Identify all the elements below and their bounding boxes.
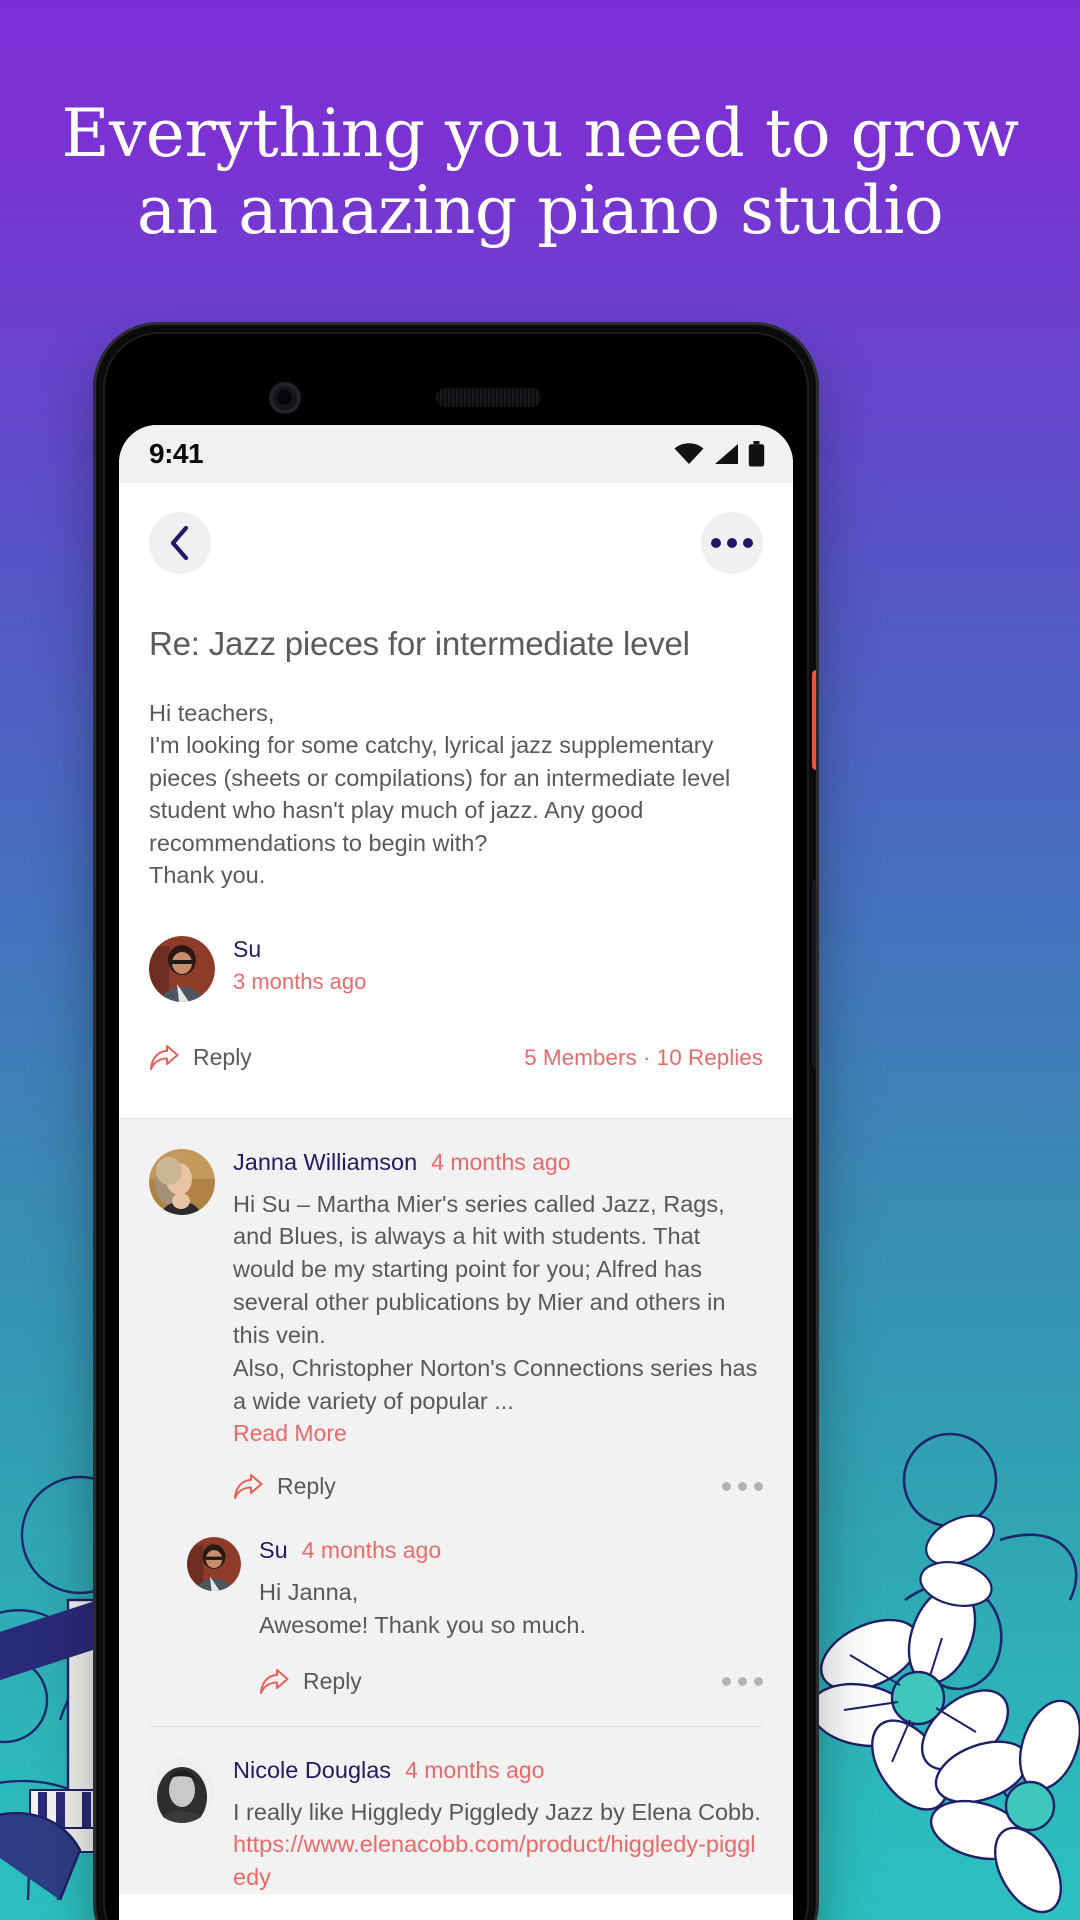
thread-container: Re: Jazz pieces for intermediate level H… (119, 603, 793, 1118)
avatar[interactable] (149, 935, 215, 1002)
comment-text: Hi Janna, Awesome! Thank you so much. (259, 1578, 586, 1638)
post-counts: 5 Members · 10 Replies (524, 1044, 763, 1070)
comment-link[interactable]: https://www.elenacobb.com/product/higgle… (233, 1831, 756, 1890)
post-body: Hi teachers, I'm looking for some catchy… (149, 700, 731, 889)
reply-label: Reply (277, 1473, 336, 1500)
comment-author-name[interactable]: Janna Williamson (233, 1149, 417, 1176)
promo-headline: Everything you need to grow an amazing p… (0, 95, 1080, 249)
post-author-row: Su 3 months ago (149, 935, 763, 1002)
more-options-button[interactable] (701, 512, 763, 574)
app-bar (119, 483, 793, 603)
volume-button[interactable] (812, 880, 816, 1070)
post-author-name[interactable]: Su (233, 936, 366, 963)
comment-timestamp: 4 months ago (301, 1536, 442, 1563)
comment-body: Janna Williamson 4 months ago Hi Su – Ma… (233, 1149, 763, 1507)
battery-icon (748, 441, 765, 467)
list-item: Janna Williamson 4 months ago Hi Su – Ma… (119, 1119, 793, 1507)
page-title: Re: Jazz pieces for intermediate level (149, 625, 690, 662)
avatar-su-image (149, 935, 215, 1002)
reply-arrow-icon (233, 1473, 263, 1499)
post-timestamp: 3 months ago (233, 968, 367, 994)
wifi-icon (674, 443, 704, 464)
comment-header: Nicole Douglas 4 months ago (233, 1757, 763, 1784)
reply-label: Reply (303, 1668, 362, 1695)
chevron-left-icon (170, 525, 189, 561)
headline-line-2: an amazing piano studio (136, 171, 944, 249)
comment-text: I really like Higgledy Piggledy Jazz by … (233, 1798, 761, 1825)
status-time: 9:41 (149, 438, 204, 469)
read-more-link[interactable]: Read More (233, 1420, 763, 1447)
phone-screen: 9:41 Re: Jazz pieces for intermediate le… (119, 425, 793, 1920)
comment-text: Hi Su – Martha Mier's series called Jazz… (233, 1190, 758, 1414)
cellular-signal-icon (715, 444, 738, 464)
power-button[interactable] (812, 670, 816, 770)
avatar-nicole-image (149, 1756, 215, 1823)
post-author-info: Su 3 months ago (233, 936, 366, 995)
comment-more-options-button[interactable] (722, 1677, 763, 1687)
avatar[interactable] (187, 1536, 241, 1591)
earpiece-speaker (436, 388, 541, 407)
comment-body: Su 4 months ago Hi Janna, Awesome! Thank… (259, 1537, 763, 1702)
comment-author-name[interactable]: Nicole Douglas (233, 1757, 391, 1784)
comment-more-options-button[interactable] (722, 1482, 763, 1492)
daisy-flowers (809, 1514, 1080, 1914)
list-item: Su 4 months ago Hi Janna, Awesome! Thank… (119, 1507, 793, 1702)
comment-author-name[interactable]: Su (259, 1537, 288, 1564)
headline-line-1: Everything you need to grow (61, 95, 1019, 172)
reply-button[interactable]: Reply (259, 1668, 362, 1696)
reply-button[interactable]: Reply (149, 1044, 252, 1072)
front-camera-icon (269, 382, 301, 414)
status-icons (674, 441, 765, 467)
avatar-su-image (187, 1536, 241, 1591)
comment-body: Nicole Douglas 4 months ago I really lik… (233, 1757, 763, 1895)
comments-list: Janna Williamson 4 months ago Hi Su – Ma… (119, 1118, 793, 1895)
avatar[interactable] (149, 1756, 215, 1823)
list-item: Nicole Douglas 4 months ago I really lik… (119, 1727, 793, 1895)
reply-button[interactable]: Reply (233, 1473, 336, 1501)
avatar[interactable] (149, 1148, 215, 1215)
status-bar: 9:41 (119, 425, 793, 483)
comment-header: Su 4 months ago (259, 1537, 763, 1564)
reply-label: Reply (193, 1044, 252, 1071)
avatar-janna-image (149, 1148, 215, 1215)
reply-arrow-icon (259, 1668, 289, 1694)
comment-action-row: Reply (259, 1668, 763, 1702)
phone-mockup: 9:41 Re: Jazz pieces for intermediate le… (96, 325, 816, 1920)
comment-timestamp: 4 months ago (431, 1148, 571, 1175)
comment-header: Janna Williamson 4 months ago (233, 1149, 763, 1176)
comment-action-row: Reply (233, 1473, 763, 1507)
post-action-row: Reply 5 Members · 10 Replies (149, 1044, 763, 1098)
reply-arrow-icon (149, 1044, 179, 1070)
comment-timestamp: 4 months ago (405, 1756, 545, 1783)
more-horizontal-icon (711, 538, 753, 548)
back-button[interactable] (149, 512, 211, 574)
